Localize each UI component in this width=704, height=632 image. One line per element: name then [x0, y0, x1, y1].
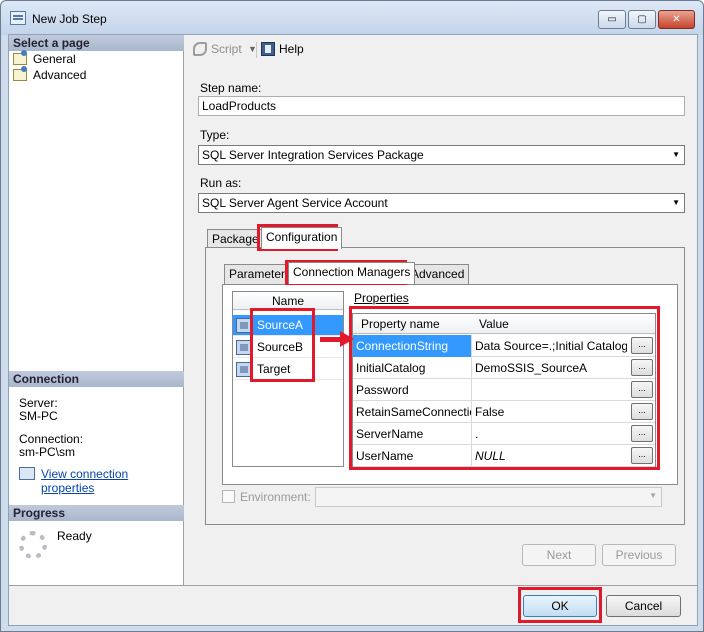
tab-connection-managers[interactable]: Connection Managers: [288, 262, 416, 284]
select-page-header: Select a page: [9, 35, 184, 51]
step-name-input[interactable]: LoadProducts: [198, 96, 685, 116]
tab-configuration[interactable]: Configuration: [261, 227, 343, 249]
footer-divider: [9, 585, 697, 586]
environment-label: Environment:: [240, 490, 311, 504]
help-button[interactable]: Help: [261, 41, 304, 59]
type-label: Type:: [200, 128, 230, 142]
script-icon: [193, 42, 207, 56]
red-arrow-icon: [340, 331, 354, 347]
window-title: New Job Step: [32, 12, 107, 26]
ok-button-highlight: [518, 587, 602, 623]
chevron-down-icon: ▼: [672, 150, 680, 159]
connection-value: sm-PC\sm: [19, 445, 75, 459]
page-item-label: Advanced: [33, 68, 87, 82]
help-book-icon: [261, 42, 275, 56]
view-connection-properties-link[interactable]: View connection properties: [19, 467, 183, 495]
server-label: Server:: [19, 396, 58, 410]
job-step-icon: [10, 11, 26, 25]
connection-label: Connection:: [19, 432, 84, 446]
toolbar-separator: [256, 42, 257, 58]
title-bar: New Job Step ▭ ▢ ✕: [1, 1, 703, 35]
type-dropdown[interactable]: SQL Server Integration Services Package …: [198, 145, 685, 165]
tab-advanced[interactable]: Advanced: [406, 264, 470, 284]
run-as-selected-value: SQL Server Agent Service Account: [202, 196, 388, 210]
properties-label: Properties: [354, 291, 409, 305]
page-settings-icon: [13, 50, 27, 65]
run-as-dropdown[interactable]: SQL Server Agent Service Account ▼: [198, 193, 685, 213]
environment-checkbox[interactable]: [222, 490, 235, 503]
script-label: Script: [211, 42, 242, 56]
page-settings-icon: [13, 66, 27, 81]
step-name-label: Step name:: [200, 81, 262, 95]
link-label: View connection properties: [41, 467, 129, 495]
progress-header: Progress: [9, 505, 184, 521]
chevron-down-icon: ▼: [672, 198, 680, 207]
type-selected-value: SQL Server Integration Services Package: [202, 148, 424, 162]
environment-dropdown[interactable]: ▼: [315, 487, 662, 507]
left-pane: Select a page General Advanced Connectio…: [9, 35, 184, 585]
minimize-button[interactable]: ▭: [598, 10, 626, 29]
maximize-button[interactable]: ▢: [628, 10, 656, 29]
tab-package[interactable]: Package: [207, 229, 264, 249]
connection-list-highlight: [250, 308, 315, 382]
properties-grid-highlight: [349, 306, 660, 470]
page-item-label: General: [33, 52, 76, 66]
connection-header: Connection: [9, 371, 184, 387]
previous-button[interactable]: Previous: [602, 544, 676, 566]
progress-spinner-icon: [19, 531, 47, 559]
progress-status: Ready: [57, 529, 92, 543]
help-label: Help: [279, 42, 304, 56]
run-as-label: Run as:: [200, 176, 242, 190]
page-item-advanced[interactable]: Advanced: [13, 66, 87, 83]
chevron-down-icon: ▼: [649, 491, 657, 500]
page-item-general[interactable]: General: [13, 50, 76, 67]
cancel-button[interactable]: Cancel: [606, 595, 681, 617]
server-value: SM-PC: [19, 409, 58, 423]
script-button[interactable]: Script: [193, 41, 242, 59]
dialog-client-area: Select a page General Advanced Connectio…: [8, 34, 698, 626]
close-button[interactable]: ✕: [658, 10, 695, 29]
connection-properties-icon: [19, 467, 35, 480]
next-button[interactable]: Next: [522, 544, 596, 566]
new-job-step-window: New Job Step ▭ ▢ ✕ Select a page General…: [0, 0, 704, 632]
